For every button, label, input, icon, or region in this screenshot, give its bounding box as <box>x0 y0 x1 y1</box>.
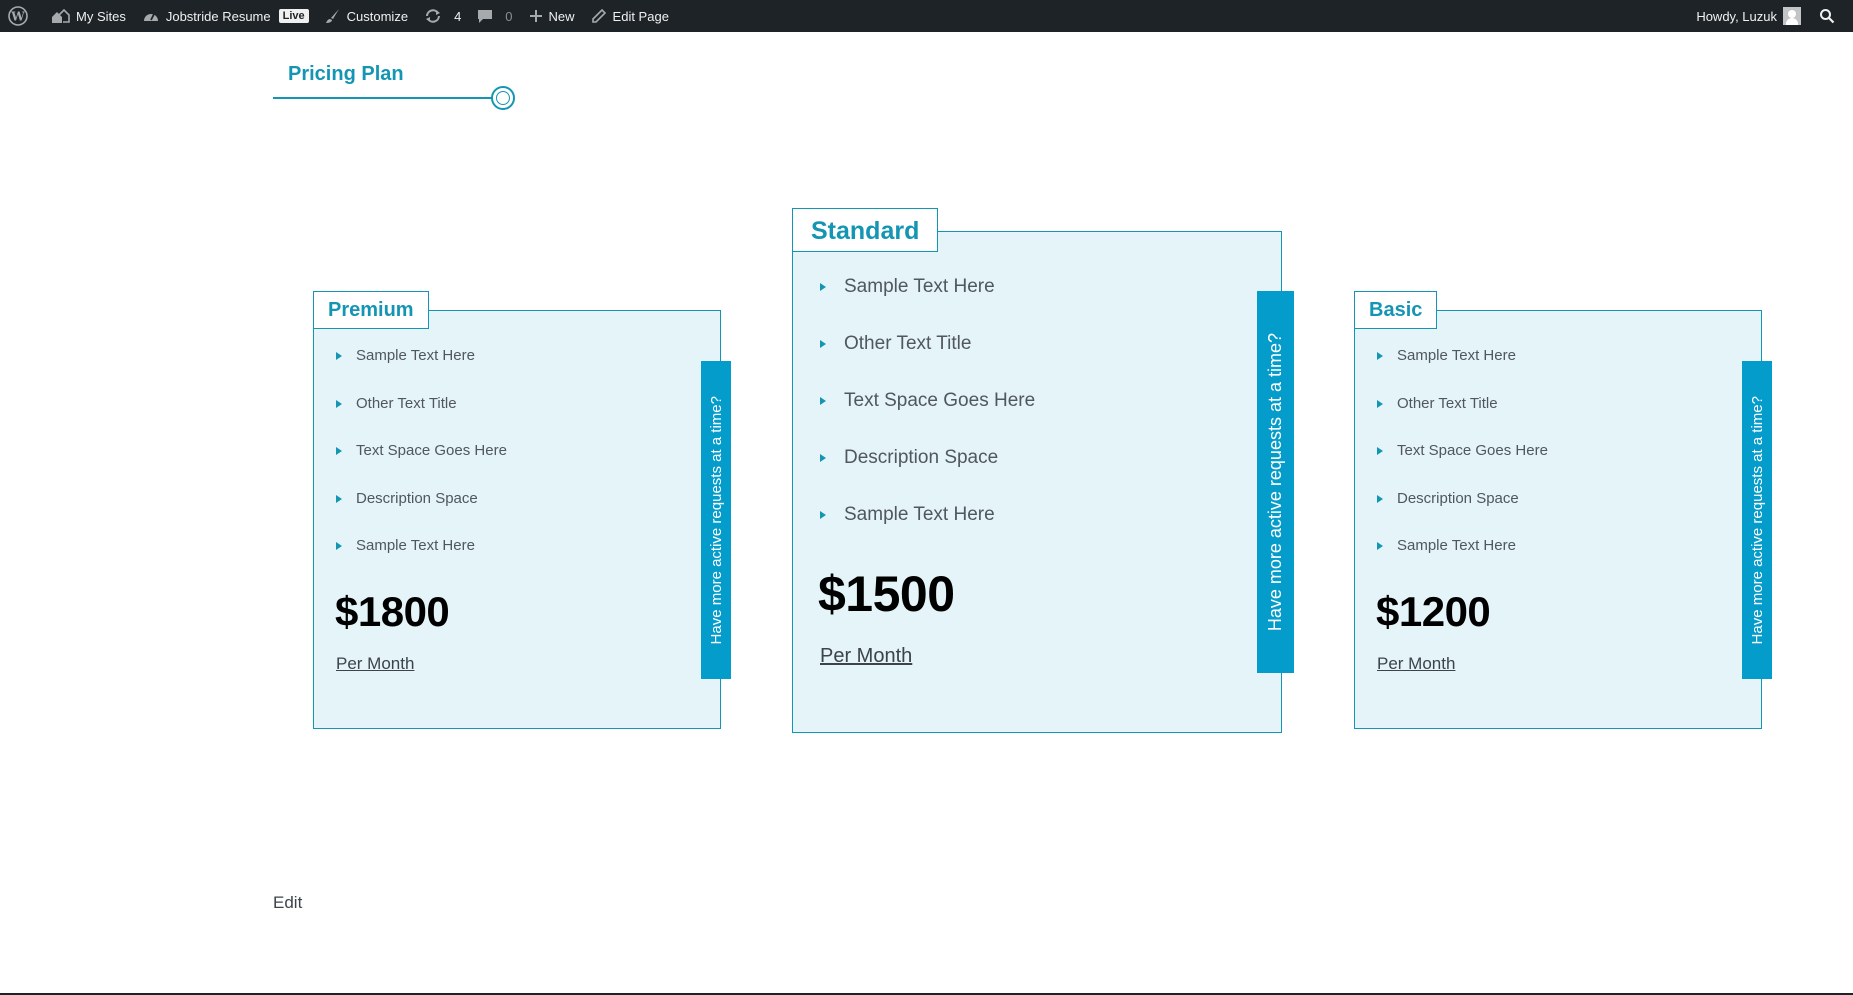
plan-name: Standard <box>792 208 939 252</box>
search-icon <box>1820 9 1835 24</box>
plan-name: Premium <box>313 291 429 329</box>
feature-label: Text Space Goes Here <box>844 390 1036 411</box>
feature-item: Sample Text Here <box>820 276 995 298</box>
plus-icon <box>529 10 542 22</box>
wordpress-logo-button[interactable]: W <box>0 0 42 32</box>
bullet-icon <box>336 494 342 503</box>
pencil-icon <box>591 8 606 23</box>
bullet-icon <box>336 541 342 550</box>
feature-item: Sample Text Here <box>336 537 475 554</box>
feature-item: Description Space <box>820 447 998 469</box>
plan-name: Basic <box>1354 291 1438 329</box>
feature-label: Description Space <box>356 490 478 507</box>
avatar <box>1783 7 1801 25</box>
bullet-icon <box>336 446 342 455</box>
feature-label: Description Space <box>844 447 999 468</box>
ribbon-label: Have more active requests at a time? <box>1265 332 1285 632</box>
per-month-link[interactable]: Per Month <box>820 645 912 668</box>
edit-page-label: Edit Page <box>612 8 669 24</box>
feature-label: Sample Text Here <box>356 537 475 554</box>
paintbrush-icon <box>325 9 339 23</box>
wordpress-icon: W <box>8 6 28 26</box>
live-badge: Live <box>278 9 309 23</box>
per-month-link[interactable]: Per Month <box>336 654 414 674</box>
admin-bar: W My Sites Jobstride Resume Live Customi… <box>0 0 1853 32</box>
edit-link[interactable]: Edit <box>273 893 302 913</box>
per-month-link[interactable]: Per Month <box>1377 654 1455 674</box>
updates-button[interactable]: 4 <box>416 0 469 32</box>
plan-price: $1500 <box>818 566 955 622</box>
feature-label: Sample Text Here <box>844 504 995 525</box>
feature-label: Sample Text Here <box>1397 347 1516 364</box>
bullet-icon <box>820 283 826 291</box>
bullet-icon <box>336 399 342 408</box>
feature-item: Other Text Title <box>820 333 971 355</box>
edit-page-button[interactable]: Edit Page <box>583 0 677 32</box>
customize-button[interactable]: Customize <box>317 0 416 32</box>
feature-label: Other Text Title <box>844 333 972 354</box>
my-sites-button[interactable]: My Sites <box>42 0 134 32</box>
account-menu-button[interactable]: Howdy, Luzuk <box>1688 0 1809 32</box>
comment-bubble-icon <box>478 10 493 23</box>
feature-item: Sample Text Here <box>820 504 995 526</box>
new-label: New <box>548 8 575 24</box>
feature-item: Text Space Goes Here <box>1377 442 1548 459</box>
bullet-icon <box>820 397 826 405</box>
feature-label: Sample Text Here <box>1397 537 1516 554</box>
comments-count: 0 <box>505 8 513 24</box>
feature-item: Text Space Goes Here <box>820 390 1035 412</box>
feature-label: Text Space Goes Here <box>356 442 507 459</box>
plan-price: $1800 <box>335 588 450 635</box>
feature-item: Description Space <box>1377 490 1519 507</box>
admin-search-button[interactable] <box>1809 0 1853 32</box>
feature-item: Text Space Goes Here <box>336 442 507 459</box>
my-sites-icon <box>52 8 70 23</box>
request-ribbon[interactable]: Have more active requests at a time? <box>1742 361 1772 679</box>
feature-label: Other Text Title <box>356 395 457 412</box>
dashboard-gauge-icon <box>143 13 158 21</box>
bullet-icon <box>1377 399 1383 408</box>
svg-text:W: W <box>10 10 25 24</box>
bullet-icon <box>1377 351 1383 360</box>
feature-label: Description Space <box>1397 490 1519 507</box>
my-sites-label: My Sites <box>76 8 126 24</box>
request-ribbon[interactable]: Have more active requests at a time? <box>1257 291 1294 673</box>
feature-item: Sample Text Here <box>1377 537 1516 554</box>
site-name-label: Jobstride Resume <box>165 8 271 24</box>
feature-item: Other Text Title <box>336 395 457 412</box>
customize-label: Customize <box>346 8 409 24</box>
updates-icon <box>426 9 441 23</box>
feature-item: Other Text Title <box>1377 395 1498 412</box>
bullet-icon <box>1377 446 1383 455</box>
bullet-icon <box>820 454 826 462</box>
bullet-icon <box>820 511 826 519</box>
comments-button[interactable]: 0 <box>469 0 520 32</box>
site-name-button[interactable]: Jobstride Resume Live <box>134 0 317 32</box>
bullet-icon <box>336 351 342 360</box>
feature-item: Description Space <box>336 490 478 507</box>
new-content-button[interactable]: New <box>521 0 583 32</box>
ribbon-label: Have more active requests at a time? <box>707 395 725 645</box>
bullet-icon <box>820 340 826 348</box>
plan-price: $1200 <box>1376 588 1491 635</box>
title-ring-ornament <box>491 86 515 110</box>
section-title: Pricing Plan <box>288 63 404 85</box>
feature-label: Text Space Goes Here <box>1397 442 1548 459</box>
updates-count: 4 <box>454 8 462 24</box>
feature-label: Sample Text Here <box>356 347 475 364</box>
title-underline <box>273 97 493 99</box>
bullet-icon <box>1377 494 1383 503</box>
howdy-label: Howdy, Luzuk <box>1696 8 1777 24</box>
feature-label: Other Text Title <box>1397 395 1498 412</box>
ribbon-label: Have more active requests at a time? <box>1748 395 1766 645</box>
feature-item: Sample Text Here <box>336 347 475 364</box>
feature-item: Sample Text Here <box>1377 347 1516 364</box>
request-ribbon[interactable]: Have more active requests at a time? <box>701 361 731 679</box>
bullet-icon <box>1377 541 1383 550</box>
feature-label: Sample Text Here <box>844 276 995 297</box>
